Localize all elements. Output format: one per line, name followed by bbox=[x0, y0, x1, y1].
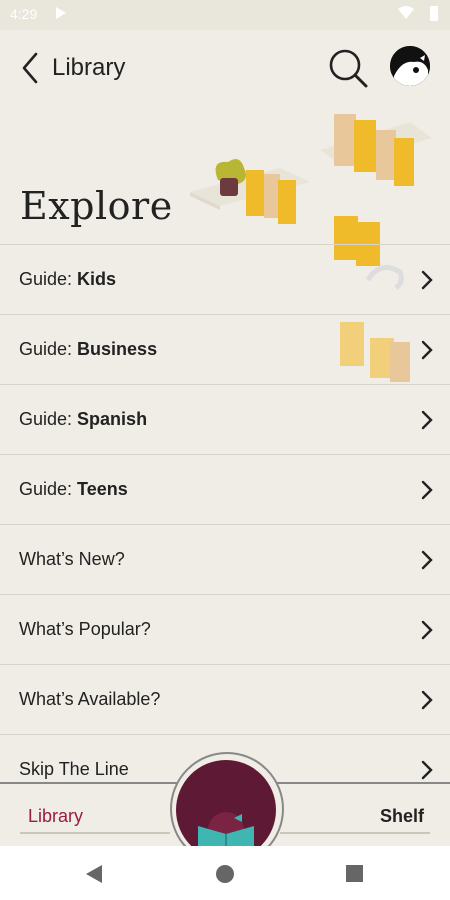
chevron-right-icon bbox=[421, 760, 433, 780]
list-item-whats-popular[interactable]: What’s Popular? bbox=[0, 594, 450, 664]
tab-library-underline bbox=[20, 832, 170, 834]
system-nav-bar bbox=[0, 846, 450, 900]
tab-library[interactable]: Library bbox=[28, 806, 83, 827]
system-back-button[interactable] bbox=[86, 865, 102, 883]
list-item-guide-spanish[interactable]: Guide: Spanish bbox=[0, 384, 450, 454]
list-item-whats-new[interactable]: What’s New? bbox=[0, 524, 450, 594]
list-item-label: Skip The Line bbox=[19, 759, 129, 779]
list-item-label: Guide: Business bbox=[19, 339, 158, 359]
avatar[interactable] bbox=[390, 46, 430, 86]
back-label[interactable]: Library bbox=[52, 54, 125, 82]
play-icon bbox=[56, 7, 66, 19]
chevron-right-icon bbox=[421, 270, 433, 290]
list-item-label: Guide: Teens bbox=[19, 479, 128, 499]
chevron-right-icon bbox=[421, 410, 433, 430]
list-item-label: What’s Available? bbox=[19, 689, 161, 709]
list-item-label: What’s New? bbox=[19, 549, 125, 569]
owl-avatar-icon bbox=[390, 46, 430, 86]
search-button[interactable] bbox=[326, 46, 370, 90]
top-nav: Library bbox=[0, 30, 450, 110]
chevron-left-icon bbox=[22, 52, 38, 84]
list-item-guide-teens[interactable]: Guide: Teens bbox=[0, 454, 450, 524]
list-item-whats-available[interactable]: What’s Available? bbox=[0, 664, 450, 734]
page-title: Explore bbox=[20, 184, 173, 228]
list-item-label: Guide: Spanish bbox=[19, 409, 148, 429]
wifi-icon bbox=[398, 6, 414, 19]
search-icon bbox=[329, 49, 368, 88]
chevron-right-icon bbox=[421, 340, 433, 360]
list-item-guide-kids[interactable]: Guide: Kids bbox=[0, 244, 450, 314]
center-fab-button[interactable] bbox=[176, 760, 276, 860]
status-time: 4:29 bbox=[10, 6, 38, 22]
list-item-label: What’s Popular? bbox=[19, 619, 151, 639]
reading-icon bbox=[198, 812, 254, 860]
chevron-right-icon bbox=[421, 480, 433, 500]
list-item-label: Guide: Kids bbox=[19, 269, 117, 289]
chevron-right-icon bbox=[421, 620, 433, 640]
explore-list: Guide: Kids Guide: Business Guide: Spani… bbox=[0, 244, 450, 804]
back-button[interactable] bbox=[16, 48, 46, 88]
battery-icon bbox=[430, 6, 438, 21]
list-item-guide-business[interactable]: Guide: Business bbox=[0, 314, 450, 384]
system-recents-button[interactable] bbox=[346, 865, 363, 882]
tab-shelf-underline bbox=[280, 832, 430, 834]
tab-shelf[interactable]: Shelf bbox=[380, 806, 424, 827]
system-home-button[interactable] bbox=[216, 865, 234, 883]
status-bar: 4:29 bbox=[0, 0, 450, 30]
chevron-right-icon bbox=[421, 690, 433, 710]
hero-banner: Explore bbox=[0, 110, 450, 382]
chevron-right-icon bbox=[421, 550, 433, 570]
